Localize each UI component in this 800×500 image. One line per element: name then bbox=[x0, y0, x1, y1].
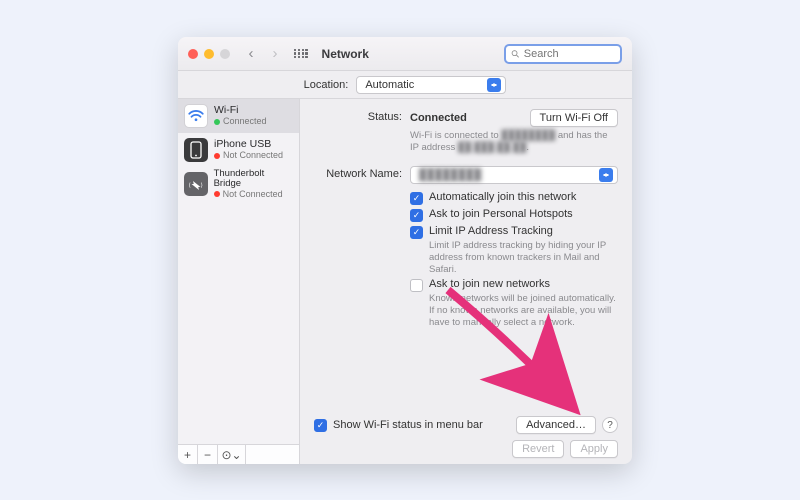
turn-wifi-off-button[interactable]: Turn Wi-Fi Off bbox=[530, 109, 618, 127]
ask-hotspots-label: Ask to join Personal Hotspots bbox=[429, 208, 573, 220]
sidebar-item-label: Thunderbolt Bridge bbox=[214, 169, 293, 190]
status-dot-icon bbox=[214, 153, 220, 159]
chevron-updown-icon bbox=[599, 168, 613, 182]
location-row: Location: Automatic bbox=[178, 71, 632, 99]
zoom-icon bbox=[220, 49, 230, 59]
interface-list: Wi-Fi Connected iPhone USB Not Connected bbox=[178, 99, 299, 444]
show-menubar-label: Show Wi-Fi status in menu bar bbox=[333, 419, 483, 431]
apply-button: Apply bbox=[570, 440, 618, 458]
network-name-value: ████████ bbox=[419, 169, 481, 181]
help-button[interactable]: ? bbox=[602, 417, 618, 433]
search-icon bbox=[511, 49, 520, 59]
svg-text:⟨: ⟨ bbox=[188, 182, 190, 189]
ask-new-networks-checkbox[interactable] bbox=[410, 279, 423, 292]
network-prefs-window: ‹ › Network Location: Automatic bbox=[178, 37, 632, 464]
thunderbolt-icon: ⟨⟩ bbox=[184, 172, 208, 196]
window-title: Network bbox=[322, 47, 369, 61]
interface-actions-button[interactable]: ⊙⌄ bbox=[218, 445, 246, 464]
limit-ip-hint: Limit IP address tracking by hiding your… bbox=[429, 240, 618, 276]
show-menubar-checkbox[interactable] bbox=[314, 419, 327, 432]
search-input[interactable] bbox=[524, 48, 615, 60]
close-icon[interactable] bbox=[188, 49, 198, 59]
sidebar-item-iphone-usb[interactable]: iPhone USB Not Connected bbox=[178, 133, 299, 167]
status-hint: Wi-Fi is connected to ████████ and has t… bbox=[410, 130, 618, 154]
revert-button: Revert bbox=[512, 440, 564, 458]
interface-sidebar: Wi-Fi Connected iPhone USB Not Connected bbox=[178, 99, 300, 464]
iphone-icon bbox=[184, 138, 208, 162]
ask-new-networks-hint: Known networks will be joined automatica… bbox=[429, 293, 618, 329]
sidebar-footer: + − ⊙⌄ bbox=[178, 444, 299, 464]
wifi-icon bbox=[184, 104, 208, 128]
limit-ip-checkbox[interactable] bbox=[410, 226, 423, 239]
auto-join-checkbox[interactable] bbox=[410, 192, 423, 205]
titlebar: ‹ › Network bbox=[178, 37, 632, 71]
add-interface-button[interactable]: + bbox=[178, 445, 198, 464]
minimize-icon[interactable] bbox=[204, 49, 214, 59]
search-field[interactable] bbox=[504, 44, 622, 64]
network-name-select[interactable]: ████████ bbox=[410, 166, 618, 184]
status-value: Connected bbox=[410, 112, 467, 124]
location-select[interactable]: Automatic bbox=[356, 76, 506, 94]
show-all-icon[interactable] bbox=[294, 49, 308, 59]
nav-forward-button: › bbox=[266, 45, 284, 63]
svg-text:⟩: ⟩ bbox=[200, 182, 202, 189]
network-name-label: Network Name: bbox=[314, 166, 410, 184]
sidebar-item-thunderbolt-bridge[interactable]: ⟨⟩ Thunderbolt Bridge Not Connected bbox=[178, 167, 299, 201]
location-label: Location: bbox=[304, 79, 349, 91]
sidebar-item-wifi[interactable]: Wi-Fi Connected bbox=[178, 99, 299, 133]
status-dot-icon bbox=[214, 119, 220, 125]
auto-join-label: Automatically join this network bbox=[429, 191, 576, 203]
remove-interface-button[interactable]: − bbox=[198, 445, 218, 464]
main-panel: Status: Connected Turn Wi-Fi Off Wi-Fi i… bbox=[300, 99, 632, 464]
location-value: Automatic bbox=[365, 79, 414, 91]
window-traffic-lights bbox=[188, 49, 230, 59]
ask-hotspots-checkbox[interactable] bbox=[410, 209, 423, 222]
nav-back-button[interactable]: ‹ bbox=[242, 45, 260, 63]
advanced-button[interactable]: Advanced… bbox=[516, 416, 596, 434]
status-dot-icon bbox=[214, 191, 220, 197]
status-label: Status: bbox=[314, 109, 410, 154]
ask-new-networks-label: Ask to join new networks bbox=[429, 278, 550, 290]
limit-ip-label: Limit IP Address Tracking bbox=[429, 225, 553, 237]
chevron-updown-icon bbox=[487, 78, 501, 92]
